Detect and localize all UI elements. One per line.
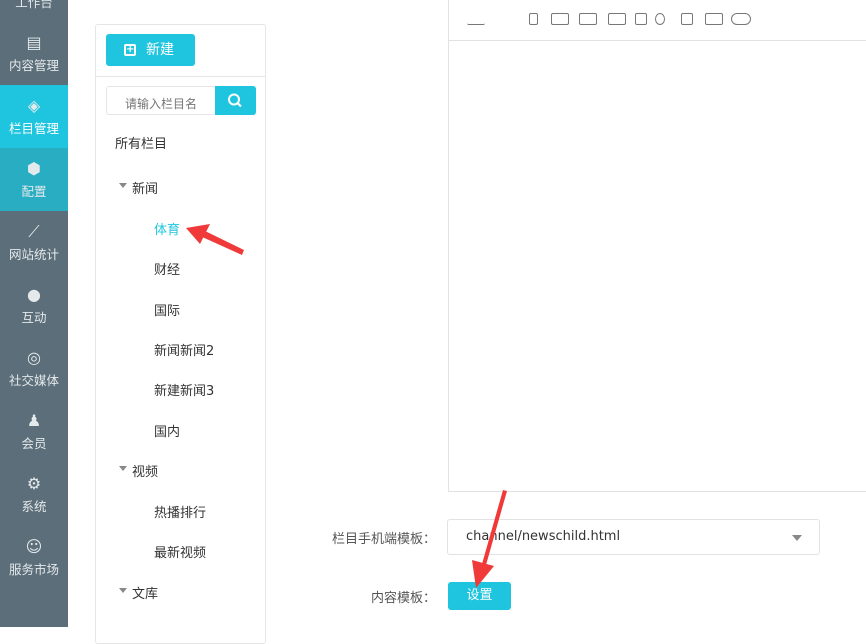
caret-down-icon <box>119 183 127 188</box>
sidebar-item-columns[interactable]: ◈ 栏目管理 <box>0 85 68 148</box>
sidebar-item-label: 系统 <box>21 499 47 514</box>
sidebar-item-workbench[interactable]: ▭工作台 <box>0 0 68 22</box>
plus-icon: + <box>124 44 136 56</box>
toolbar-icon[interactable] <box>635 13 647 25</box>
mobile-template-label: 栏目手机端模板： <box>331 532 436 547</box>
set-template-button[interactable]: 设置 <box>448 582 511 610</box>
sidebar-item-label: 配置 <box>21 184 47 199</box>
search-button[interactable] <box>215 86 256 115</box>
tree-node-label: 文库 <box>132 587 159 602</box>
tree-node[interactable]: 热播排行 <box>154 502 206 521</box>
tree-all-columns[interactable]: 所有栏目 <box>115 133 167 152</box>
tree-node[interactable]: 国内 <box>154 421 180 440</box>
editor-toolbar <box>449 0 866 41</box>
tree-node[interactable]: 新闻 <box>119 178 159 197</box>
sidebar-item-member[interactable]: ♟ 会员 <box>0 400 68 463</box>
sidebar-item-label: 工作台 <box>15 0 53 10</box>
tree-node[interactable]: 最新视频 <box>154 542 206 561</box>
tree-node-label: 视频 <box>132 465 159 480</box>
sidebar-item-label: 服务市场 <box>8 562 59 577</box>
tree-node-label: 新闻 <box>132 182 159 197</box>
toolbar-icon[interactable] <box>681 13 693 25</box>
chat-icon: ● <box>27 285 41 304</box>
toolbar-icon[interactable] <box>551 13 569 25</box>
sidebar-item-system[interactable]: ⚙ 系统 <box>0 463 68 526</box>
sidebar-item-content[interactable]: ▤ 内容管理 <box>0 22 68 85</box>
sidebar-item-label: 栏目管理 <box>8 121 59 136</box>
sidebar-item-label: 社交媒体 <box>8 373 59 388</box>
document-icon: ▤ <box>26 33 42 52</box>
caret-down-icon <box>119 466 127 471</box>
tree-node[interactable]: 新建新闻3 <box>154 380 214 399</box>
sidebar-item-config[interactable]: ⬢ 配置 <box>0 148 68 211</box>
chevron-down-icon <box>792 535 802 541</box>
sidebar-item-label: 互动 <box>21 310 47 325</box>
tree-node[interactable]: 视频 <box>119 461 159 480</box>
cube-icon: ⬢ <box>27 159 41 178</box>
line-chart-icon: ⟋ <box>28 222 40 241</box>
divider <box>96 76 265 77</box>
sidebar-item-service[interactable]: ☺ 服务市场 <box>0 526 68 589</box>
sidebar-item-label: 网站统计 <box>8 247 59 262</box>
column-tree-panel: + 新建 所有栏目 新闻 体育 财经 国际 新闻新闻2 新建新闻3 国内 视频 热… <box>95 24 266 644</box>
toolbar-icon[interactable] <box>655 13 665 25</box>
rich-text-editor[interactable] <box>448 0 866 492</box>
caret-down-icon <box>119 588 127 593</box>
content-template-label: 内容模板： <box>370 591 436 606</box>
sidebar-item-label: 会员 <box>21 436 47 451</box>
tree-node[interactable]: 新闻新闻2 <box>154 340 214 359</box>
layers-icon: ◈ <box>27 96 41 115</box>
sidebar-item-label: 内容管理 <box>8 58 59 73</box>
sidebar-item-social[interactable]: ◎ 社交媒体 <box>0 337 68 400</box>
search-icon <box>228 93 242 108</box>
tree-node[interactable]: 体育 <box>154 219 180 238</box>
toolbar-icon[interactable] <box>608 13 626 25</box>
tree-node[interactable]: 国际 <box>154 300 180 319</box>
gear-icon: ⚙ <box>26 474 42 493</box>
sidebar-item-stats[interactable]: ⟋ 网站统计 <box>0 211 68 274</box>
toolbar-icon[interactable] <box>579 13 597 25</box>
column-search-input[interactable] <box>106 86 216 115</box>
member-icon: ♟ <box>26 411 42 430</box>
new-button-label: 新建 <box>146 42 174 58</box>
toolbar-icon[interactable] <box>731 13 751 25</box>
toolbar-icon[interactable] <box>529 13 538 25</box>
toolbar-icon[interactable] <box>467 13 485 25</box>
sidebar-item-interaction[interactable]: ● 互动 <box>0 274 68 337</box>
new-column-button[interactable]: + 新建 <box>106 34 195 66</box>
tree-node[interactable]: 文库 <box>119 583 159 602</box>
sidebar: ▭工作台 ▤ 内容管理 ◈ 栏目管理 ⬢ 配置 ⟋ 网站统计 ● 互动 ◎ 社交媒体 ♟ 会员… <box>0 0 68 627</box>
service-icon: ☺ <box>25 537 43 556</box>
social-icon: ◎ <box>27 348 41 367</box>
select-value: channel/newschild.html <box>466 529 621 544</box>
mobile-template-select[interactable]: channel/newschild.html <box>447 519 820 555</box>
tree-node[interactable]: 财经 <box>154 259 180 278</box>
toolbar-icon[interactable] <box>705 13 723 25</box>
